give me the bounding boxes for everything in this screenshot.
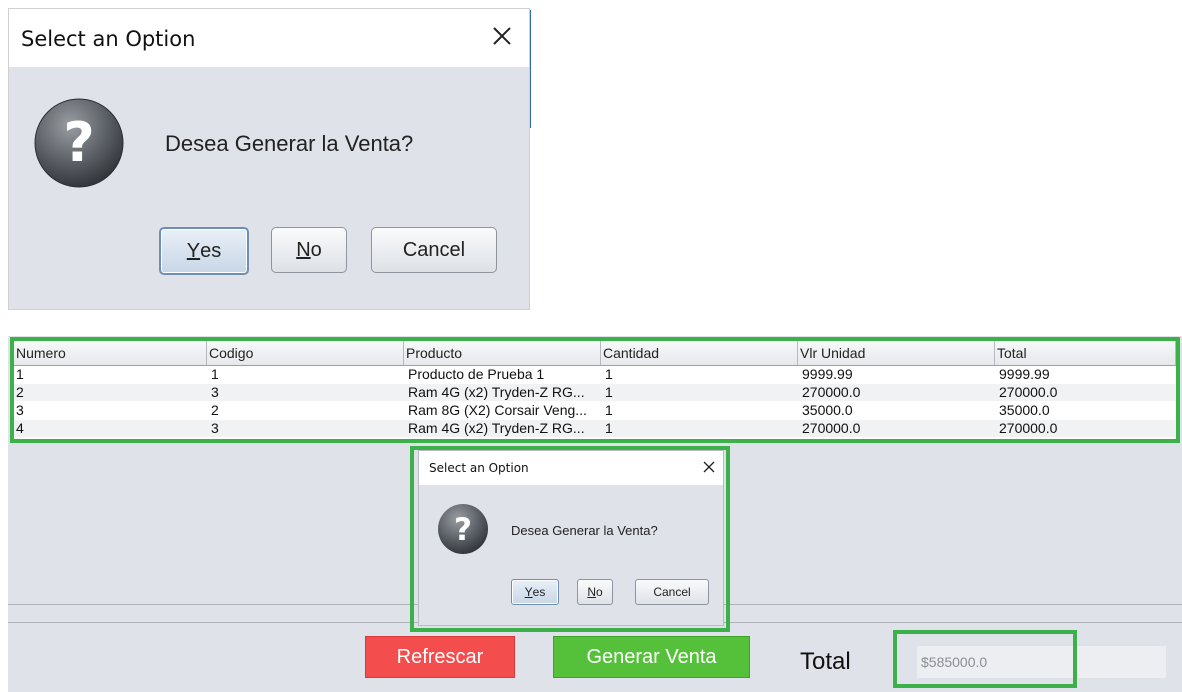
cell-vlr-unidad: 270000.0	[802, 384, 861, 400]
yes-button[interactable]: Yes	[511, 579, 559, 605]
sales-table[interactable]: Numero Codigo Producto Cantidad Vlr Unid…	[14, 341, 1176, 439]
no-label-rest: o	[595, 585, 603, 599]
no-mnemonic: N	[587, 585, 596, 599]
cell-total: 270000.0	[999, 384, 1058, 400]
table-row[interactable]: 2 3 Ram 4G (x2) Tryden-Z RG... 1 270000.…	[14, 384, 1176, 401]
table-header: Numero Codigo Producto Cantidad Vlr Unid…	[14, 341, 1176, 366]
cell-producto: Ram 4G (x2) Tryden-Z RG...	[408, 384, 585, 400]
no-button[interactable]: No	[577, 579, 613, 605]
dialog-message: Desea Generar la Venta?	[511, 523, 658, 538]
refresh-button[interactable]: Refrescar	[365, 636, 515, 678]
question-icon: ?	[437, 503, 489, 555]
total-field: $585000.0	[917, 646, 1166, 678]
column-header-codigo[interactable]: Codigo	[207, 341, 404, 365]
svg-text:?: ?	[63, 111, 94, 174]
no-label-rest: o	[310, 238, 322, 261]
dialog-body: ? Desea Generar la Venta? Yes No Cancel	[9, 67, 529, 309]
cell-vlr-unidad: 270000.0	[802, 420, 861, 436]
dialog-title: Select an Option	[429, 461, 529, 475]
cell-producto: Producto de Prueba 1	[408, 366, 545, 382]
column-header-cantidad[interactable]: Cantidad	[601, 341, 798, 365]
cell-cantidad: 1	[605, 420, 613, 436]
cell-cantidad: 1	[605, 384, 613, 400]
cell-total: 270000.0	[999, 420, 1058, 436]
yes-mnemonic: Y	[186, 239, 201, 262]
cell-cantidad: 1	[605, 402, 613, 418]
cell-vlr-unidad: 35000.0	[802, 402, 853, 418]
close-icon[interactable]	[487, 21, 517, 51]
column-header-numero[interactable]: Numero	[14, 341, 207, 365]
cell-numero: 2	[16, 384, 24, 400]
cell-total: 35000.0	[999, 402, 1050, 418]
question-icon: ?	[33, 97, 125, 189]
table-row[interactable]: 3 2 Ram 8G (X2) Corsair Veng... 1 35000.…	[14, 402, 1176, 419]
yes-button[interactable]: Yes	[159, 227, 249, 275]
no-button[interactable]: No	[271, 227, 347, 273]
cancel-button[interactable]: Cancel	[635, 579, 709, 605]
svg-text:?: ?	[454, 512, 472, 548]
cell-cantidad: 1	[605, 366, 613, 382]
cell-codigo: 3	[211, 420, 219, 436]
generate-sale-button[interactable]: Generar Venta	[553, 636, 750, 678]
cell-producto: Ram 8G (X2) Corsair Veng...	[408, 402, 587, 418]
yes-label-rest: es	[200, 239, 222, 262]
cell-numero: 1	[16, 366, 24, 382]
table-row[interactable]: 4 3 Ram 4G (x2) Tryden-Z RG... 1 270000.…	[14, 420, 1176, 437]
cell-producto: Ram 4G (x2) Tryden-Z RG...	[408, 420, 585, 436]
dialog-titlebar: Select an Option	[419, 451, 723, 485]
cancel-button[interactable]: Cancel	[371, 227, 497, 273]
column-header-total[interactable]: Total	[995, 341, 1176, 365]
total-label: Total	[800, 648, 851, 675]
column-header-vlr-unidad[interactable]: Vlr Unidad	[798, 341, 995, 365]
confirm-dialog-enlarged: Select an Option ? Desea Generar la Vent…	[8, 8, 530, 310]
yes-mnemonic: Y	[524, 585, 533, 599]
no-mnemonic: N	[296, 238, 311, 261]
column-header-producto[interactable]: Producto	[404, 341, 601, 365]
cell-codigo: 1	[211, 366, 219, 382]
cell-codigo: 3	[211, 384, 219, 400]
cell-vlr-unidad: 9999.99	[802, 366, 853, 382]
cell-codigo: 2	[211, 402, 219, 418]
cell-numero: 4	[16, 420, 24, 436]
yes-label-rest: es	[532, 585, 546, 599]
table-row[interactable]: 1 1 Producto de Prueba 1 1 9999.99 9999.…	[14, 366, 1176, 383]
confirm-dialog: Select an Option ? Desea Generar la Vent…	[418, 450, 724, 626]
dialog-title: Select an Option	[21, 27, 196, 51]
cell-total: 9999.99	[999, 366, 1050, 382]
dialog-titlebar: Select an Option	[9, 9, 529, 67]
cell-numero: 3	[16, 402, 24, 418]
close-icon[interactable]	[701, 459, 717, 475]
dialog-message: Desea Generar la Venta?	[165, 131, 414, 156]
